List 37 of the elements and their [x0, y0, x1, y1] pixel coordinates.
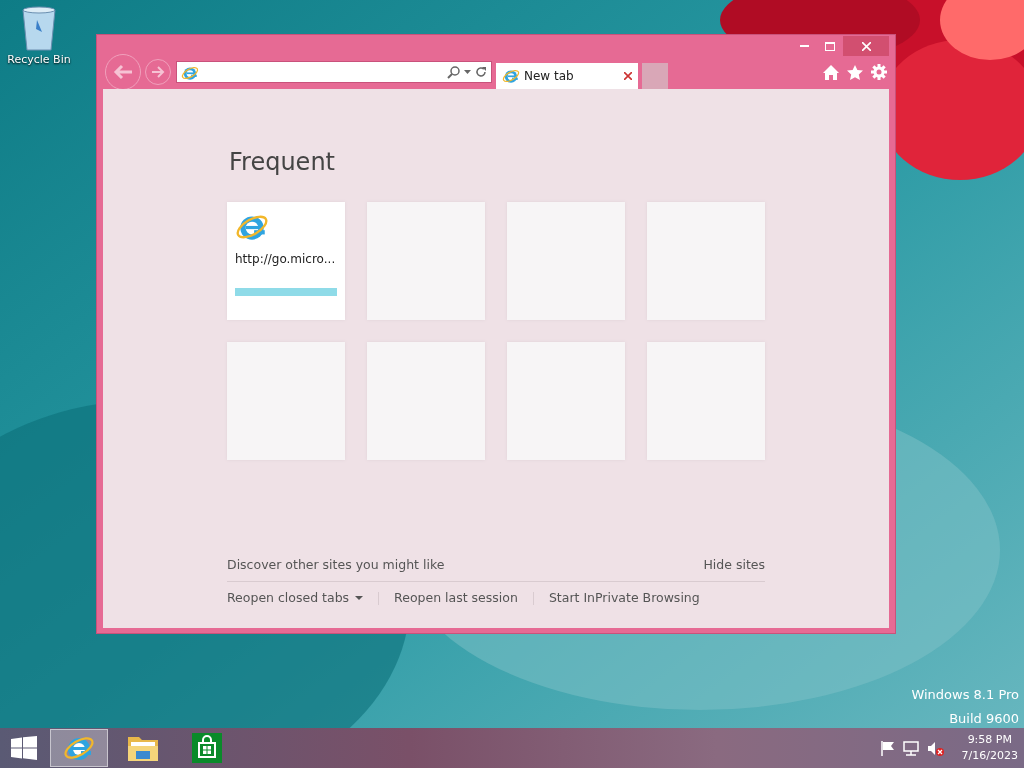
- time-text: 9:58 PM: [966, 732, 1013, 748]
- network-icon[interactable]: [902, 740, 919, 756]
- flag-icon[interactable]: [880, 740, 895, 756]
- icon-label: Recycle Bin: [7, 52, 71, 68]
- dropdown-link[interactable]: Reopen closed tabs: [227, 588, 364, 608]
- date-text: 7/16/2023: [961, 748, 1018, 764]
- link[interactable]: Start InPrivate Browsing: [548, 588, 700, 608]
- close-tab-icon[interactable]: [624, 72, 632, 80]
- site-url: http://go.micro...: [235, 251, 337, 268]
- refresh-icon: [475, 66, 487, 78]
- section-heading: Frequent: [229, 147, 335, 178]
- taskbar-app[interactable]: [50, 729, 108, 767]
- search-icon: [447, 65, 460, 79]
- link[interactable]: Reopen last session: [394, 588, 518, 608]
- forward-arrow-icon: [151, 66, 165, 78]
- settings-icon[interactable]: [871, 64, 887, 80]
- site-tile[interactable]: http://go.micro...: [227, 202, 345, 320]
- close-icon: [861, 41, 871, 51]
- minimize-icon: [799, 45, 809, 47]
- home-icon[interactable]: [823, 64, 839, 80]
- folder-icon: [127, 734, 159, 762]
- hide-sites-link[interactable]: Hide sites: [703, 556, 765, 575]
- version-text: Windows 8.1 Pro: [911, 686, 1019, 704]
- windows-logo-icon: [11, 736, 37, 760]
- dropdown-caret-icon: [464, 70, 471, 74]
- caret-icon: [355, 596, 364, 601]
- back-arrow-icon: [113, 64, 133, 80]
- close-button[interactable]: [843, 36, 889, 56]
- discover-text: Discover other sites you might like: [227, 556, 445, 574]
- muted-speaker-icon[interactable]: [926, 740, 944, 756]
- address-bar[interactable]: [176, 61, 492, 83]
- shopping-bag-icon: [192, 733, 222, 763]
- browser-tab[interactable]: New tab: [496, 63, 638, 89]
- star-icon[interactable]: [847, 64, 863, 80]
- browser-logo-icon: [502, 67, 520, 85]
- version-text: Build 9600: [948, 710, 1019, 728]
- maximize-icon: [825, 41, 835, 51]
